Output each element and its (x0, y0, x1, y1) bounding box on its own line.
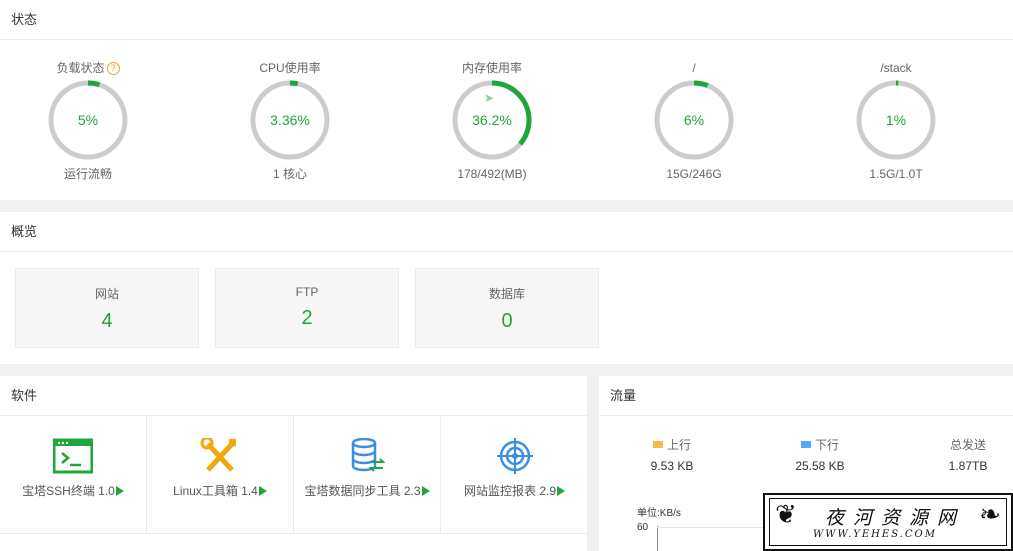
total-value: 1.87TB (948, 459, 988, 473)
overview-card-value[interactable]: 4 (16, 310, 198, 333)
software-item-toolbox[interactable]: Linux工具箱 1.4 (147, 416, 294, 534)
terminal-icon (52, 438, 94, 474)
upload-value: 9.53 KB (650, 459, 694, 473)
gauge-ring: 6% (653, 79, 735, 161)
software-grid: 宝塔SSH终端 1.0 Linux工具箱 1.4 宝塔数据同步工具 2.3 网站… (0, 416, 588, 551)
chart-y-tick: 60 (637, 522, 649, 533)
chart-y-axis (657, 526, 658, 551)
watermark-title: 夜河资源网 (825, 507, 966, 529)
status-panel: 状态 负载状态? 5% 运行流畅 CPU使用率 3.36% 1 核心 内存使用率… (0, 0, 1013, 200)
status-title: 状态 (0, 0, 1013, 40)
gauge-value: 5% (77, 112, 99, 128)
overview-title: 概览 (0, 212, 1013, 252)
gauge-value: 1% (885, 112, 907, 128)
tools-icon (200, 436, 240, 474)
software-item-datasync[interactable]: 宝塔数据同步工具 2.3 (294, 416, 441, 534)
software-panel: 软件 宝塔SSH终端 1.0 Linux工具箱 1.4 宝塔数据同步工具 2.3… (0, 376, 588, 551)
download-value: 25.58 KB (795, 459, 845, 473)
overview-card-value[interactable]: 2 (216, 307, 398, 330)
chart-unit-label: 单位:KB/s (637, 508, 681, 519)
traffic-total: 总发送 1.87TB (903, 436, 1013, 473)
play-icon[interactable] (258, 486, 267, 496)
watermark-url: WWW.YEHES.COM (813, 529, 937, 540)
gauge-disk-stack[interactable]: /stack 1% 1.5G/1.0T (816, 58, 976, 183)
monitor-target-icon (495, 438, 535, 474)
gauge-ring: 3.36% (249, 79, 331, 161)
gauge-value: 36.2% (472, 112, 512, 128)
download-label: 下行 (814, 438, 839, 452)
traffic-title: 流量 (599, 376, 1013, 416)
traffic-upload: 上行 9.53 KB (607, 436, 737, 473)
software-title: 软件 (0, 376, 587, 416)
overview-panel: 概览 网站 4 FTP 2 数据库 0 (0, 212, 1013, 364)
overview-card-ftp[interactable]: FTP 2 (215, 268, 399, 348)
gauge-subtext: 运行流畅 (63, 167, 112, 181)
traffic-download: 下行 25.58 KB (755, 436, 885, 473)
gauge-title: CPU使用率 (259, 61, 321, 75)
gauge-title: 内存使用率 (461, 61, 522, 75)
gauge-load[interactable]: 负载状态? 5% 运行流畅 (8, 58, 168, 183)
software-item-monitor[interactable]: 网站监控报表 2.9 (441, 416, 588, 534)
help-icon[interactable]: ? (106, 62, 120, 76)
software-item-ssh[interactable]: 宝塔SSH终端 1.0 (0, 416, 147, 534)
overview-card-value[interactable]: 0 (416, 310, 598, 333)
database-sync-icon (347, 437, 387, 474)
gauge-memory[interactable]: 内存使用率 ➤ 36.2% 178/492(MB) (412, 58, 572, 183)
gauge-subtext: 1.5G/1.0T (869, 167, 923, 181)
play-icon[interactable] (421, 486, 430, 496)
upload-legend-swatch (652, 441, 663, 448)
gauge-title: / (692, 61, 696, 75)
gauge-value: 3.36% (270, 112, 310, 128)
flourish-left-icon: ❦ (775, 499, 797, 529)
overview-card-label: 数据库 (488, 287, 525, 301)
gauge-title: 负载状态 (56, 61, 105, 75)
gauge-subtext: 178/492(MB) (457, 167, 527, 181)
overview-card-database[interactable]: 数据库 0 (415, 268, 599, 348)
gauge-ring: 1% (855, 79, 937, 161)
gauge-title: /stack (880, 61, 912, 75)
software-item-name: Linux工具箱 1.4 (173, 484, 258, 498)
chart-gridline (657, 527, 777, 528)
gauge-subtext: 1 核心 (272, 167, 307, 181)
gauge-value: 6% (683, 112, 705, 128)
software-item-name: 宝塔数据同步工具 2.3 (304, 484, 421, 498)
gauge-ring: ➤ 36.2% (451, 79, 533, 161)
watermark-banner: ❦ ❧ 夜河资源网 WWW.YEHES.COM (763, 493, 1013, 551)
software-item-name: 宝塔SSH终端 1.0 (22, 484, 115, 498)
overview-card-label: 网站 (94, 287, 119, 301)
gauge-cpu[interactable]: CPU使用率 3.36% 1 核心 (210, 58, 370, 183)
overview-card-sites[interactable]: 网站 4 (15, 268, 199, 348)
play-icon[interactable] (557, 486, 566, 496)
flourish-right-icon: ❧ (979, 499, 1001, 529)
total-label: 总发送 (949, 438, 986, 452)
download-legend-swatch (800, 441, 811, 448)
play-icon[interactable] (115, 486, 124, 496)
gauge-ring: 5% (47, 79, 129, 161)
upload-label: 上行 (666, 438, 691, 452)
overview-card-label: FTP (295, 285, 319, 299)
gauge-subtext: 15G/246G (666, 167, 722, 181)
software-item-name: 网站监控报表 2.9 (463, 484, 557, 498)
gauge-disk-root[interactable]: / 6% 15G/246G (614, 58, 774, 183)
